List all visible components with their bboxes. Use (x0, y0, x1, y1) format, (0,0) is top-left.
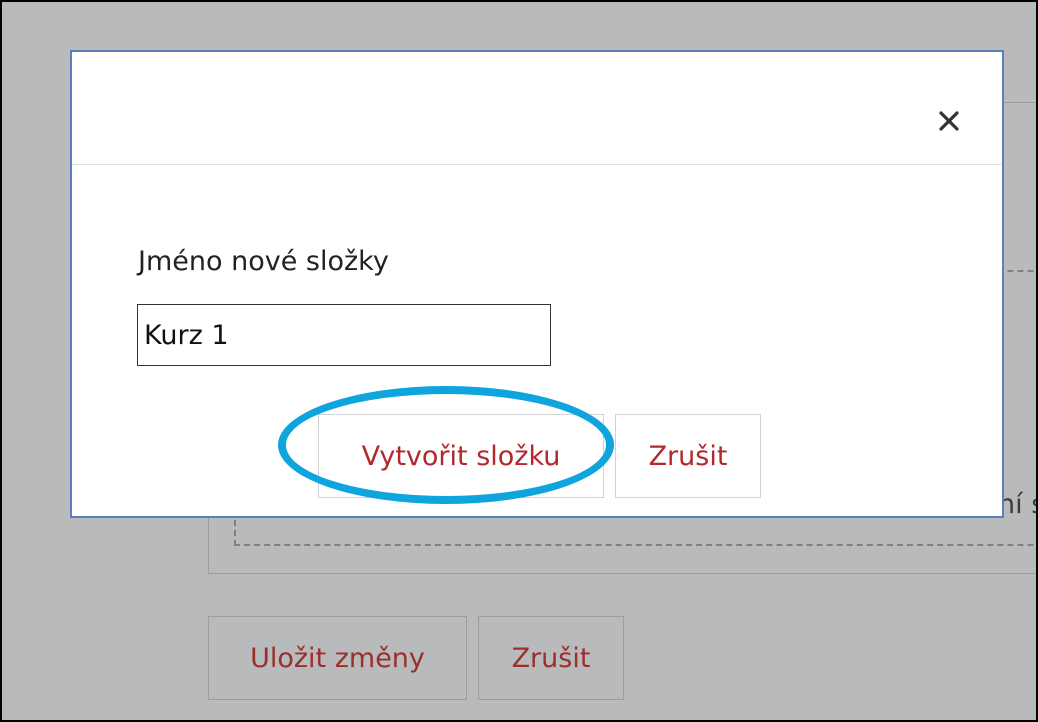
close-icon[interactable] (932, 104, 966, 138)
dialog-cancel-button[interactable]: Zrušit (615, 414, 761, 498)
save-changes-button[interactable]: Uložit změny (208, 616, 467, 700)
folder-name-input[interactable] (137, 304, 551, 366)
dropzone-text: ní s (998, 489, 1036, 520)
folder-name-label: Jméno nové složky (138, 246, 389, 277)
dialog-header (72, 52, 1002, 165)
new-folder-dialog: Jméno nové složky Vytvořit složku Zrušit (70, 50, 1004, 518)
screenshot-frame: ní s Uložit změny Zrušit Jméno nové slož… (0, 0, 1038, 722)
create-folder-button[interactable]: Vytvořit složku (318, 414, 604, 498)
page-cancel-button[interactable]: Zrušit (478, 616, 624, 700)
